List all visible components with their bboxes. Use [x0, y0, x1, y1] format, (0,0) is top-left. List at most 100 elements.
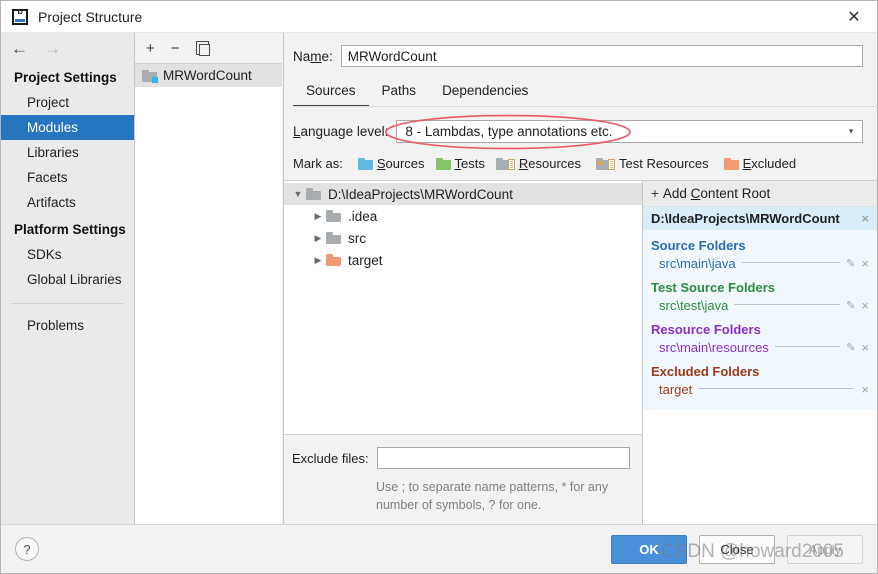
- mark-as-test-resources-button[interactable]: Test Resources: [596, 156, 709, 171]
- entry-rule: [698, 387, 854, 389]
- module-list-item-label: MRWordCount: [163, 68, 252, 83]
- remove-module-icon[interactable]: −: [171, 41, 180, 56]
- tree-row-label: src: [348, 230, 366, 246]
- add-content-root-button[interactable]: + Add Content Root: [643, 181, 877, 207]
- module-detail-panel: Name: Sources Paths Dependencies Languag…: [284, 33, 878, 524]
- sidebar-item-artifacts[interactable]: Artifacts: [1, 190, 134, 215]
- chevron-right-icon[interactable]: ▶: [310, 255, 326, 266]
- plus-icon: +: [651, 186, 659, 201]
- mark-as-label: Mark as:: [293, 156, 343, 171]
- folder-icon: [326, 232, 341, 244]
- mark-as-tests-label: Tests: [454, 156, 485, 171]
- edit-icon[interactable]: ✎: [846, 257, 855, 270]
- modules-toolbar: + −: [135, 33, 283, 63]
- tree-row[interactable]: ▼ D:\IdeaProjects\MRWordCount: [284, 183, 642, 205]
- mark-as-resources-label: Resources: [518, 156, 582, 171]
- excluded-folder-entry: target ×: [643, 381, 877, 398]
- modules-list: MRWordCount: [135, 63, 282, 524]
- mark-as-excluded-label: Excluded: [742, 156, 797, 171]
- tabs-underline: [293, 106, 878, 107]
- remove-content-root-icon[interactable]: ×: [859, 211, 871, 226]
- dialog-button-bar: ? OK Close Apply: [1, 524, 877, 573]
- modules-list-column: + − MRWordCount: [135, 33, 284, 524]
- add-module-icon[interactable]: +: [146, 41, 155, 56]
- sources-split: ▼ D:\IdeaProjects\MRWordCount ▶ .idea ▶ …: [284, 180, 877, 524]
- mark-as-sources-button[interactable]: Sources: [357, 156, 425, 171]
- mark-as-test-resources-label: Test Resources: [619, 156, 709, 171]
- exclude-files-label: Exclude files:: [292, 450, 369, 466]
- sidebar-item-sdks[interactable]: SDKs: [1, 242, 134, 267]
- sidebar-item-project[interactable]: Project: [1, 90, 134, 115]
- chevron-down-icon[interactable]: ▼: [290, 189, 306, 199]
- language-level-value: 8 - Lambdas, type annotations etc.: [405, 124, 613, 139]
- tab-dependencies[interactable]: Dependencies: [429, 79, 541, 107]
- folder-excluded-icon: [326, 254, 341, 266]
- module-list-item-mrwordcount[interactable]: MRWordCount: [135, 64, 282, 87]
- module-name-input[interactable]: [340, 45, 863, 67]
- source-folder-entry: src\main\java ✎ ×: [643, 255, 877, 272]
- help-icon[interactable]: ?: [15, 537, 39, 561]
- mark-as-excluded-button[interactable]: Excluded: [723, 156, 797, 171]
- remove-icon[interactable]: ×: [859, 340, 871, 355]
- sidebar-item-global-libraries[interactable]: Global Libraries: [1, 267, 134, 292]
- entry-rule: [741, 261, 841, 263]
- chevron-right-icon[interactable]: ▶: [310, 233, 326, 244]
- content-tree: ▼ D:\IdeaProjects\MRWordCount ▶ .idea ▶ …: [284, 181, 642, 434]
- close-button[interactable]: Close: [699, 534, 775, 564]
- folder-resources-icon: [495, 157, 515, 170]
- back-arrow-icon[interactable]: ←: [11, 40, 28, 57]
- tree-row[interactable]: ▶ src: [284, 227, 642, 249]
- folder-excluded-icon: [723, 157, 739, 170]
- exclude-files-input[interactable]: [376, 447, 630, 469]
- chevron-right-icon[interactable]: ▶: [310, 211, 326, 222]
- tree-row[interactable]: ▶ .idea: [284, 205, 642, 227]
- exclude-files-row: Exclude files:: [292, 447, 630, 469]
- entry-rule: [734, 303, 841, 305]
- test-source-folders-title: Test Source Folders: [651, 280, 776, 295]
- sidebar-item-facets[interactable]: Facets: [1, 165, 134, 190]
- remove-icon[interactable]: ×: [859, 298, 871, 313]
- excluded-folder-path[interactable]: target: [659, 382, 692, 397]
- language-level-label: Language level:: [293, 124, 389, 139]
- close-icon[interactable]: ✕: [831, 1, 877, 32]
- folder-sources-icon: [357, 157, 373, 170]
- tree-row[interactable]: ▶ target: [284, 249, 642, 271]
- tab-sources[interactable]: Sources: [293, 79, 369, 107]
- mark-as-tests-button[interactable]: Tests: [435, 156, 485, 171]
- add-content-root-label: Add Content Root: [662, 186, 771, 201]
- apply-button: Apply: [787, 534, 863, 564]
- tab-paths[interactable]: Paths: [369, 79, 430, 107]
- copy-module-icon[interactable]: [195, 41, 210, 56]
- remove-icon[interactable]: ×: [859, 256, 871, 271]
- forward-arrow-icon[interactable]: →: [44, 40, 61, 57]
- tree-row-label: D:\IdeaProjects\MRWordCount: [328, 186, 513, 202]
- edit-icon[interactable]: ✎: [846, 341, 855, 354]
- sidebar-item-libraries[interactable]: Libraries: [1, 140, 134, 165]
- sidebar-nav-arrows: ← →: [1, 33, 134, 63]
- folder-test-resources-icon: [596, 157, 616, 170]
- window-title: Project Structure: [38, 8, 143, 25]
- ok-button[interactable]: OK: [611, 534, 687, 564]
- mark-as-resources-button[interactable]: Resources: [495, 156, 582, 171]
- resource-folders-title: Resource Folders: [651, 322, 761, 337]
- tree-row-label: .idea: [348, 208, 378, 224]
- resource-folder-path[interactable]: src\main\resources: [659, 340, 769, 355]
- folder-icon: [306, 188, 321, 200]
- module-icon: [142, 69, 158, 83]
- project-structure-dialog: Project Structure ✕ ← → Project Settings…: [0, 0, 878, 574]
- language-level-select[interactable]: 8 - Lambdas, type annotations etc. ▾: [396, 120, 863, 143]
- sidebar-group-platform-settings-title: Platform Settings: [14, 222, 126, 237]
- source-folders-title: Source Folders: [651, 238, 746, 253]
- sidebar-item-problems[interactable]: Problems: [1, 313, 134, 338]
- mark-as-sources-label: Sources: [376, 156, 425, 171]
- folder-icon: [326, 210, 341, 222]
- module-name-row: Name:: [284, 33, 877, 67]
- edit-icon[interactable]: ✎: [846, 299, 855, 312]
- test-source-folder-path[interactable]: src\test\java: [659, 298, 728, 313]
- mark-as-row: Mark as: Sources Tests Resources Test Re…: [284, 143, 877, 180]
- source-folder-path[interactable]: src\main\java: [659, 256, 736, 271]
- remove-icon[interactable]: ×: [859, 382, 871, 397]
- sidebar-item-modules[interactable]: Modules: [1, 115, 134, 140]
- content-root-header: D:\IdeaProjects\MRWordCount ×: [643, 207, 877, 230]
- chevron-down-icon: ▾: [848, 126, 854, 136]
